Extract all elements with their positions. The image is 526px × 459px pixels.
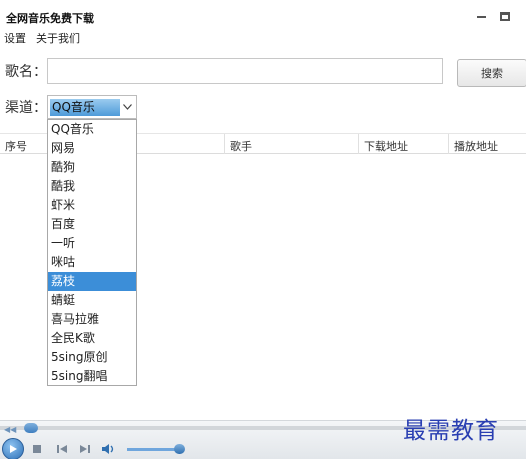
channel-option[interactable]: 5sing翻唱 <box>48 367 136 386</box>
minimize-icon <box>476 16 486 18</box>
next-button[interactable] <box>78 443 92 455</box>
channel-select[interactable]: QQ音乐 <box>47 95 137 119</box>
channel-option[interactable]: 酷狗 <box>48 158 136 177</box>
channel-option[interactable]: 咪咕 <box>48 253 136 272</box>
stop-button[interactable] <box>31 443 43 455</box>
channel-option-highlighted[interactable]: 荔枝 <box>48 272 136 291</box>
channel-option[interactable]: 喜马拉雅 <box>48 310 136 329</box>
column-divider[interactable] <box>358 134 359 154</box>
volume-icon <box>102 444 114 454</box>
play-icon <box>10 445 17 453</box>
channel-option[interactable]: 全民K歌 <box>48 329 136 348</box>
column-header-singer[interactable]: 歌手 <box>230 138 252 154</box>
column-divider[interactable] <box>224 134 225 154</box>
play-button[interactable] <box>2 438 24 459</box>
chevron-down-icon <box>121 100 133 114</box>
previous-icon <box>57 445 67 453</box>
maximize-button[interactable] <box>497 8 513 24</box>
search-button[interactable]: 搜索 <box>457 59 526 87</box>
next-icon <box>80 445 90 453</box>
menu-item-settings[interactable]: 设置 <box>4 30 26 48</box>
channel-option[interactable]: 一听 <box>48 234 136 253</box>
maximize-icon <box>500 11 510 21</box>
channel-option[interactable]: QQ音乐 <box>48 120 136 139</box>
volume-button[interactable] <box>100 442 118 456</box>
title-bar: 全网音乐免费下载 <box>0 0 526 30</box>
rewind-icon: ◀◀ <box>4 425 17 434</box>
column-header-index[interactable]: 序号 <box>5 138 27 154</box>
menu-item-about[interactable]: 关于我们 <box>36 30 80 48</box>
channel-option[interactable]: 蜻蜓 <box>48 291 136 310</box>
stop-icon <box>33 445 41 453</box>
channel-selected-value: QQ音乐 <box>50 99 120 116</box>
minimize-button[interactable] <box>473 8 489 24</box>
previous-button[interactable] <box>55 443 69 455</box>
seek-thumb[interactable] <box>24 423 38 433</box>
channel-label: 渠道： <box>5 100 47 116</box>
column-header-play-url[interactable]: 播放地址 <box>454 138 498 154</box>
menu-bar: 设置 关于我们 <box>0 30 80 48</box>
column-header-download-url[interactable]: 下载地址 <box>364 138 408 154</box>
watermark: 最需教育 <box>403 418 499 444</box>
window-title: 全网音乐免费下载 <box>6 12 94 25</box>
volume-slider-thumb[interactable] <box>174 444 185 454</box>
channel-option[interactable]: 酷我 <box>48 177 136 196</box>
song-name-label: 歌名： <box>5 64 47 80</box>
channel-option[interactable]: 百度 <box>48 215 136 234</box>
channel-option[interactable]: 虾米 <box>48 196 136 215</box>
channel-option[interactable]: 网易 <box>48 139 136 158</box>
song-name-input[interactable] <box>47 58 443 84</box>
channel-option[interactable]: 5sing原创 <box>48 348 136 367</box>
channel-dropdown-list: QQ音乐 网易 酷狗 酷我 虾米 百度 一听 咪咕 荔枝 蜻蜓 喜马拉雅 全民K… <box>47 119 137 386</box>
column-divider[interactable] <box>448 134 449 154</box>
